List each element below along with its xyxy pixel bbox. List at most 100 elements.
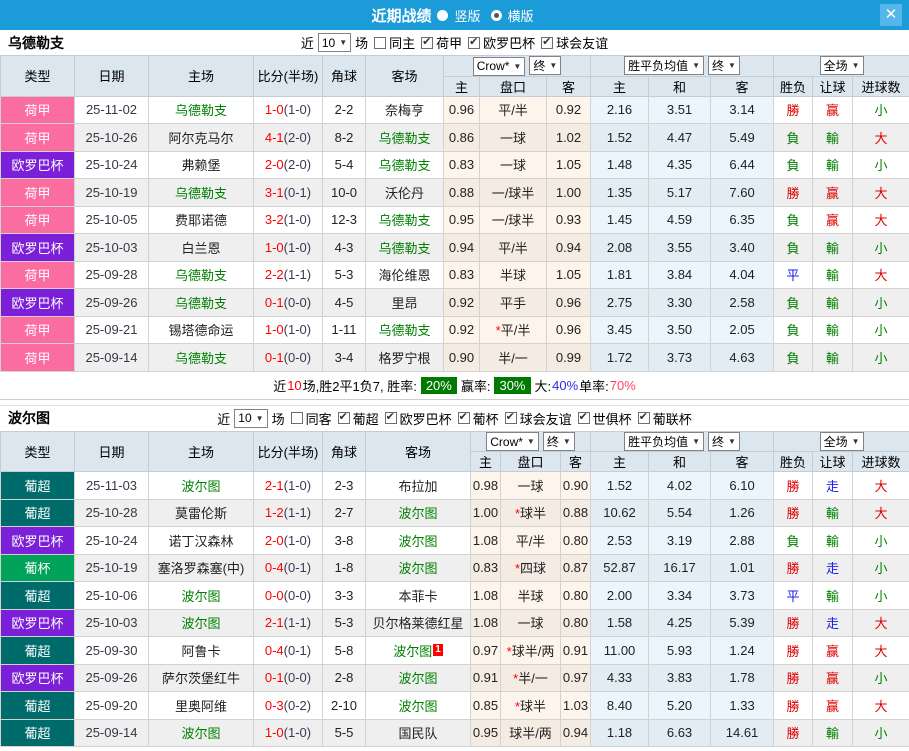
column-subheader: 客 xyxy=(710,451,775,472)
radio-horizontal-label[interactable]: 横版 xyxy=(508,6,534,25)
avg-type-select[interactable]: 胜平负均值 ▼ xyxy=(624,431,705,451)
league-badge: 葡超 xyxy=(0,691,75,720)
games-count-select[interactable]: 10 ▼ xyxy=(317,33,352,52)
column-header: 主场 xyxy=(148,430,254,472)
score-cell: 2-1(1-1) xyxy=(253,608,323,637)
date-cell: 25-11-02 xyxy=(74,95,149,124)
halftime-score: (1-1) xyxy=(283,615,312,631)
league-filter-checkbox[interactable] xyxy=(421,35,434,49)
avg-away-cell: 6.10 xyxy=(710,471,775,500)
home-team-cell: 波尔图 xyxy=(148,608,254,637)
avg-time-select[interactable]: 终 ▼ xyxy=(708,431,740,451)
odds-company-select[interactable]: Crow* ▼ xyxy=(486,432,539,451)
games-count-select[interactable]: 10 ▼ xyxy=(234,408,268,428)
avg-away-cell: 1.26 xyxy=(710,498,775,527)
league-filter-label[interactable]: 球会友谊 xyxy=(520,409,572,428)
league-filter-checkbox[interactable] xyxy=(541,35,554,49)
handicap-cell: *球半/两 xyxy=(500,636,561,665)
league-filter-label[interactable]: 葡超 xyxy=(353,409,379,428)
scope-select[interactable]: 全场 ▼ xyxy=(819,56,864,76)
radio-vertical[interactable] xyxy=(437,9,449,21)
league-filter-label[interactable]: 球会友谊 xyxy=(556,33,608,52)
avg-home-cell: 1.45 xyxy=(590,205,650,234)
same-venue-checkbox[interactable] xyxy=(290,412,303,424)
league-filter-label[interactable]: 世俱杯 xyxy=(593,409,632,428)
handicap-cell: 一球 xyxy=(479,123,547,152)
league-filter-checkbox[interactable] xyxy=(457,410,470,424)
home-odds-cell: 0.95 xyxy=(470,718,501,747)
radio-vertical-label[interactable]: 竖版 xyxy=(454,6,480,25)
league-filter-label[interactable]: 葡联杯 xyxy=(653,409,692,428)
handicap-result-cell: 輸 xyxy=(812,233,854,262)
team-section: 波尔图近10▼场同客葡超欧罗巴杯葡杯球会友谊世俱杯葡联杯类型日期主场比分(半场)… xyxy=(0,404,909,748)
avg-time-select[interactable]: 终 ▼ xyxy=(708,56,740,76)
away-odds-cell: 1.03 xyxy=(559,691,592,720)
date-cell: 25-09-21 xyxy=(74,315,149,344)
column-subheader: 客 xyxy=(710,75,775,97)
column-subheader: 主 xyxy=(590,75,650,97)
away-team-cell: 乌德勒支 xyxy=(365,150,444,179)
avg-home-cell: 8.40 xyxy=(590,691,650,720)
result-cell: 勝 xyxy=(773,95,814,124)
fulltime-score: 1-0 xyxy=(264,322,284,338)
chevron-down-icon: ▼ xyxy=(692,61,701,71)
league-filter-checkbox[interactable] xyxy=(577,410,590,424)
league-filter-checkbox[interactable] xyxy=(384,410,397,424)
handicap-value: 平/半 xyxy=(498,103,528,119)
handicap-result-cell: 赢 xyxy=(812,691,854,720)
result-cell: 勝 xyxy=(773,636,814,665)
avg-draw-cell: 3.19 xyxy=(648,526,712,555)
table-row: 欧罗巴杯 25-10-24 弗赖堡 2-0(2-0) 5-4 乌德勒支 0.83 一球 1.05… xyxy=(0,150,909,179)
same-venue-label[interactable]: 同主 xyxy=(389,33,415,52)
date-cell: 25-09-30 xyxy=(74,636,149,665)
home-team-cell: 费耶诺德 xyxy=(148,205,254,234)
table-row: 葡超 25-10-06 波尔图 0-0(0-0) 3-3 本菲卡 1.08 半球 0.80 2.0… xyxy=(0,581,909,610)
close-button[interactable]: ✕ xyxy=(880,4,902,26)
column-header: 客场 xyxy=(365,55,444,97)
home-team-cell: 里奥阿维 xyxy=(148,691,254,720)
result-cell: 負 xyxy=(773,123,814,152)
league-filter-label[interactable]: 葡杯 xyxy=(473,409,499,428)
date-cell: 25-10-06 xyxy=(74,581,149,610)
score-cell: 2-1(1-0) xyxy=(253,471,323,500)
handicap-cell: 平/半 xyxy=(479,95,547,124)
handicap-value: 四球 xyxy=(520,561,547,577)
home-odds-cell: 1.08 xyxy=(470,608,501,637)
avg-home-cell: 2.53 xyxy=(590,526,650,555)
score-cell: 1-0(1-0) xyxy=(253,95,323,124)
scope-select[interactable]: 全场 ▼ xyxy=(819,431,864,451)
avg-type-select[interactable]: 胜平负均值 ▼ xyxy=(624,56,705,76)
avg-home-cell: 4.33 xyxy=(590,663,650,692)
avg-away-cell: 2.88 xyxy=(710,526,775,555)
league-filter-label[interactable]: 欧罗巴杯 xyxy=(400,409,452,428)
handicap-cell: *四球 xyxy=(500,553,561,582)
odds-time-select[interactable]: 终 ▼ xyxy=(529,56,562,75)
handicap-cell: 球半/两 xyxy=(500,718,561,747)
summary-part: 30% xyxy=(494,376,531,394)
league-filter-label[interactable]: 荷甲 xyxy=(436,33,462,52)
radio-horizontal[interactable] xyxy=(490,9,502,21)
odds-company-select[interactable]: Crow* ▼ xyxy=(472,56,526,76)
corner-cell: 5-3 xyxy=(322,608,366,637)
handicap-result-cell: 走 xyxy=(812,471,854,500)
avg-draw-cell: 3.51 xyxy=(648,95,712,124)
league-filter-label[interactable]: 欧罗巴杯 xyxy=(483,33,535,52)
league-filter-checkbox[interactable] xyxy=(337,410,350,424)
league-filter-checkbox[interactable] xyxy=(637,410,650,424)
avg-home-cell: 2.00 xyxy=(590,581,650,610)
fulltime-score: 1-0 xyxy=(264,239,284,255)
away-team-cell: 波尔图 xyxy=(365,526,471,555)
same-venue-label[interactable]: 同客 xyxy=(306,409,332,428)
league-badge: 葡超 xyxy=(0,471,75,500)
sections-container: 乌德勒支近10▼场同主荷甲欧罗巴杯球会友谊类型日期主场比分(半场)角球客场Cro… xyxy=(0,30,909,747)
league-filter-checkbox[interactable] xyxy=(468,35,481,49)
corner-cell: 5-8 xyxy=(322,636,366,665)
league-badge: 荷甲 xyxy=(0,178,75,207)
handicap-value: 平/半 xyxy=(498,240,528,256)
select-value: 全场 xyxy=(823,434,848,449)
fulltime-score: 0-1 xyxy=(264,670,284,686)
league-filter-checkbox[interactable] xyxy=(504,410,517,424)
odds-time-select[interactable]: 终 ▼ xyxy=(542,431,575,451)
same-venue-checkbox[interactable] xyxy=(374,36,387,49)
table-row: 葡超 25-09-14 波尔图 1-0(1-0) 5-5 国民队 0.95 球半/两 0.94 1… xyxy=(0,718,909,747)
